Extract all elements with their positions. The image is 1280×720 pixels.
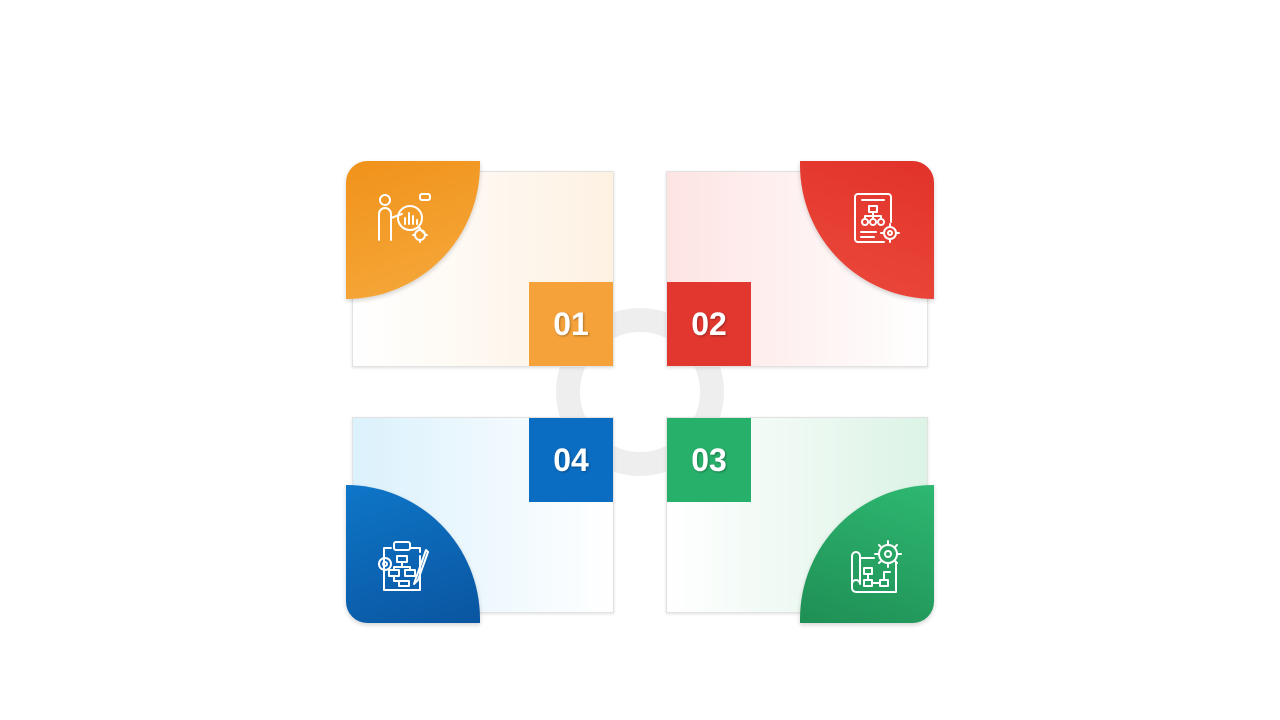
step-number-badge: 02 bbox=[667, 282, 751, 366]
step-number-badge: 03 bbox=[667, 418, 751, 502]
analyst-magnifier-chart-icon bbox=[378, 193, 431, 243]
step-card-01: 01 bbox=[346, 161, 614, 367]
process-diagram: 01 02 04 03 bbox=[0, 0, 1280, 720]
step-03-icon-quadrant bbox=[800, 485, 934, 623]
step-number-badge: 04 bbox=[529, 418, 613, 502]
step-04-icon-quadrant bbox=[346, 485, 480, 623]
step-card-02: 02 bbox=[666, 161, 934, 367]
document-flowchart-gear-icon bbox=[854, 193, 900, 243]
clipboard-flowchart-icon bbox=[378, 541, 429, 591]
step-card-04: 04 bbox=[346, 417, 614, 623]
step-01-icon-quadrant bbox=[346, 161, 480, 299]
step-02-icon-quadrant bbox=[800, 161, 934, 299]
step-card-03: 03 bbox=[666, 417, 934, 623]
step-number-badge: 01 bbox=[529, 282, 613, 366]
blueprint-gear-icon bbox=[851, 540, 902, 593]
